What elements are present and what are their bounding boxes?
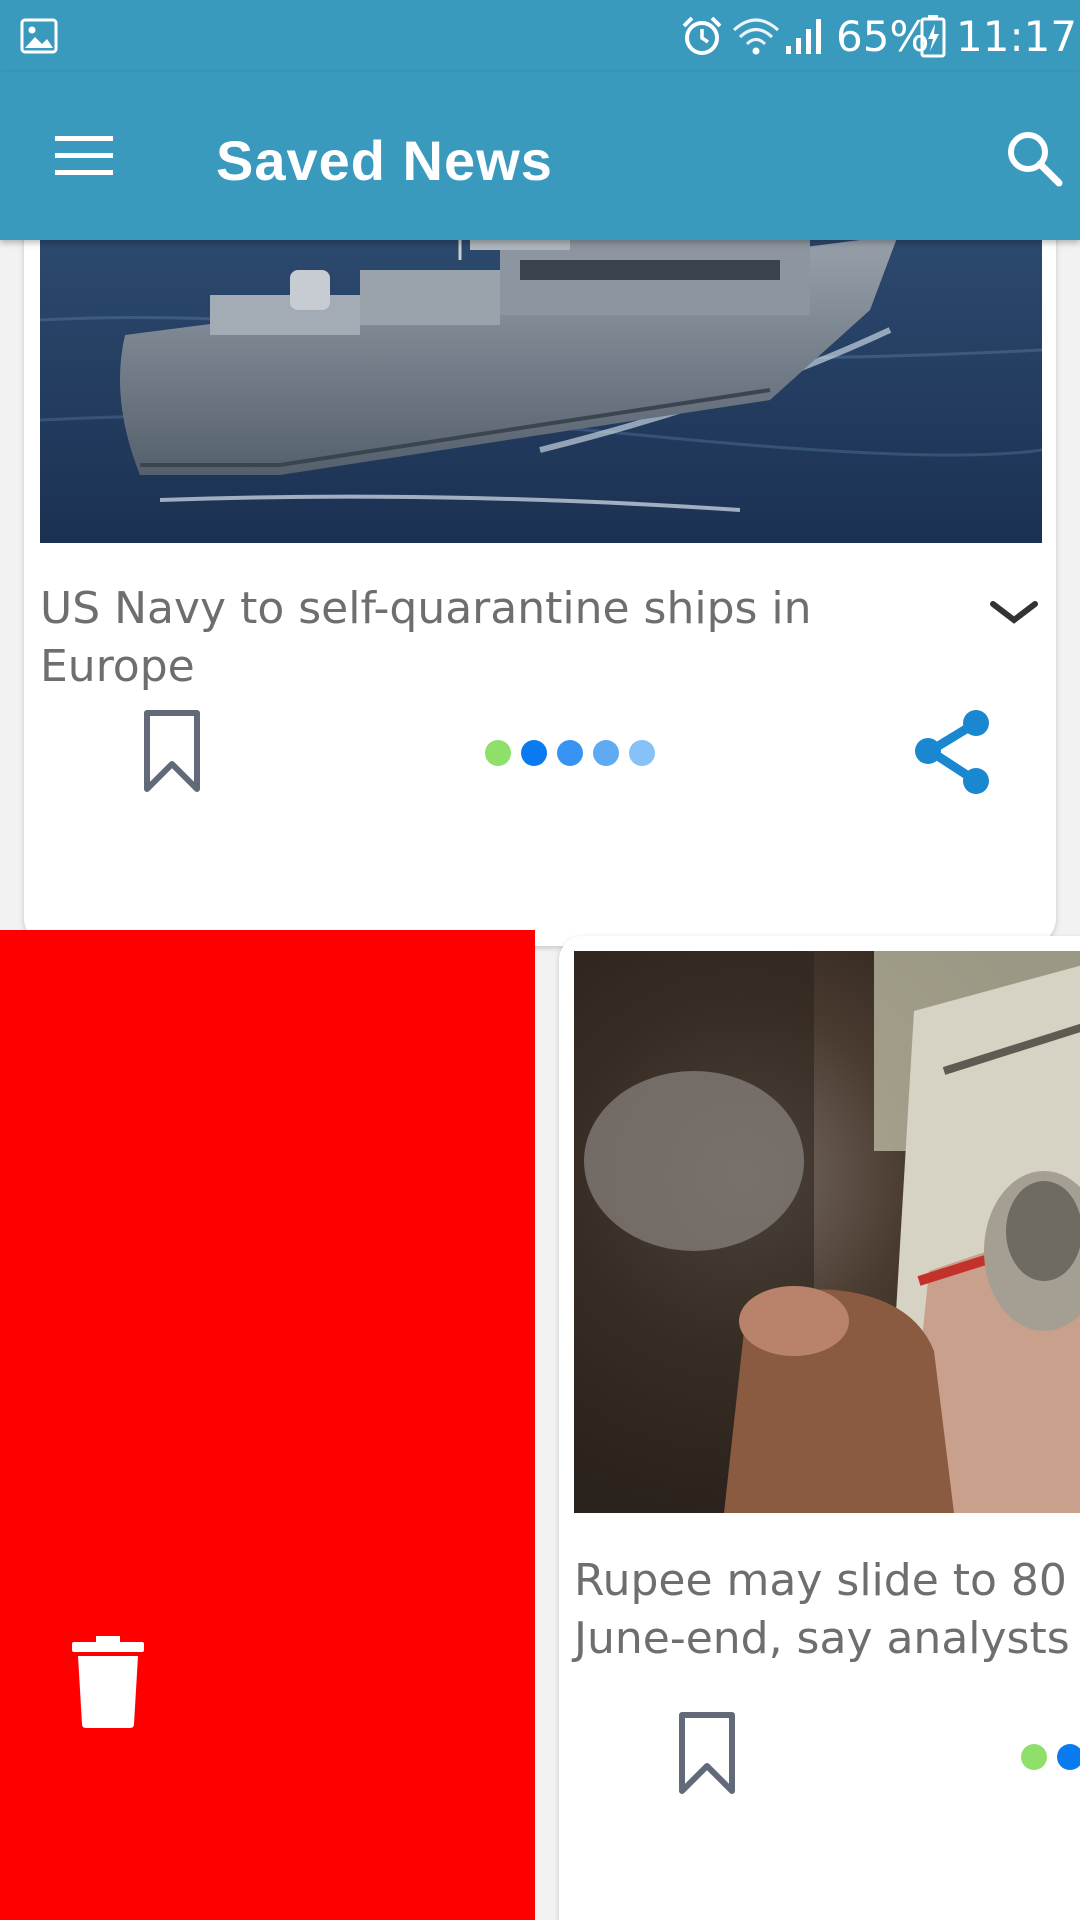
- dot-1: [1021, 1744, 1047, 1770]
- alarm-icon: [682, 16, 722, 55]
- news-card[interactable]: US Navy to self-quarantine ships in Euro…: [24, 240, 1056, 946]
- image-icon: [20, 18, 58, 54]
- article-image-navy-ship[interactable]: [40, 240, 1042, 543]
- chevron-down-icon[interactable]: [989, 598, 1039, 628]
- dot-3: [557, 740, 583, 766]
- clock: 11:17: [956, 12, 1078, 61]
- dot-2: [521, 740, 547, 766]
- article-headline[interactable]: Rupee may slide to 80 p June-end, say an…: [574, 1552, 1080, 1668]
- page-title: Saved News: [216, 129, 553, 192]
- battery-charging-icon: [920, 15, 946, 58]
- news-card-swiped[interactable]: Rupee may slide to 80 p June-end, say an…: [559, 936, 1080, 1920]
- battery-percent: 65%: [836, 12, 930, 61]
- bookmark-icon[interactable]: [677, 1711, 737, 1797]
- article-image-dollar-bills[interactable]: [574, 951, 1080, 1513]
- dot-2: [1057, 1744, 1080, 1770]
- swipe-delete-area[interactable]: [0, 930, 535, 1920]
- dot-1: [485, 740, 511, 766]
- headline-line-2: June-end, say analysts -: [574, 1613, 1080, 1664]
- wifi-icon: [732, 18, 780, 55]
- saved-news-list[interactable]: US Navy to self-quarantine ships in Euro…: [0, 240, 1080, 1920]
- status-bar: 65% 11:17: [0, 0, 1080, 72]
- dot-4: [593, 740, 619, 766]
- search-icon[interactable]: [1005, 129, 1063, 187]
- hamburger-menu-icon[interactable]: [55, 136, 113, 176]
- signal-icon: [786, 19, 821, 54]
- trash-icon[interactable]: [72, 1636, 144, 1728]
- article-headline[interactable]: US Navy to self-quarantine ships in Euro…: [40, 580, 960, 696]
- share-icon[interactable]: [910, 707, 994, 797]
- headline-line-1: Rupee may slide to 80 p: [574, 1555, 1080, 1606]
- app-bar: Saved News: [0, 72, 1080, 240]
- bookmark-icon[interactable]: [142, 709, 202, 795]
- dot-5: [629, 740, 655, 766]
